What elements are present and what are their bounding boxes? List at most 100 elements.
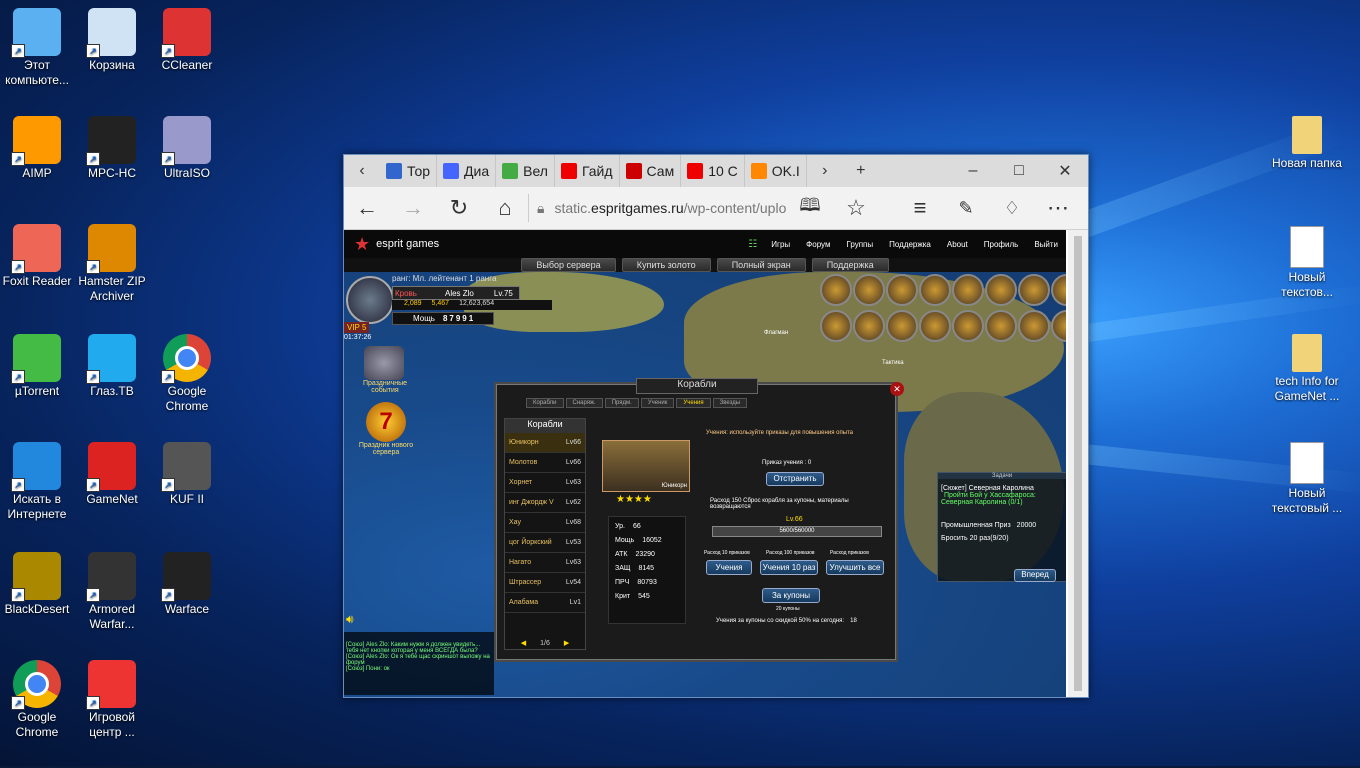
upgrade-all-button[interactable]: Улучшить все (826, 560, 884, 575)
game-menu-icon[interactable] (820, 274, 852, 306)
site-menu-item[interactable]: Группы (838, 240, 881, 249)
close-game-window-icon[interactable]: ✕ (890, 382, 904, 396)
desktop-icon[interactable]: ↗ GameNet (75, 442, 149, 507)
reading-view-icon[interactable]: 🕮︎ (787, 187, 833, 229)
site-menu-item[interactable]: Выйти (1026, 240, 1066, 249)
site-menu-item[interactable]: Профиль (976, 240, 1027, 249)
browser-tab[interactable]: Диа (437, 155, 497, 187)
coupons-button[interactable]: За купоны (762, 588, 820, 603)
browser-tab[interactable]: Тор (380, 155, 438, 187)
minimize-button[interactable]: – (950, 155, 996, 187)
game-menu-icon[interactable] (853, 274, 885, 306)
page-scrollbar[interactable] (1068, 230, 1088, 697)
game-menu-icon[interactable] (985, 310, 1017, 342)
site-subbar-button[interactable]: Поддержка (811, 258, 889, 272)
tab-scroll-right-icon[interactable]: › (807, 155, 843, 187)
desktop-icon[interactable]: ↗ MPC-HC (75, 116, 149, 181)
browser-tab[interactable]: Сам (620, 155, 682, 187)
desktop-icon[interactable]: ↗ Hamster ZIP Archiver (75, 224, 149, 304)
desktop-icon[interactable]: ↗ AIMP (0, 116, 74, 181)
game-menu-icon[interactable] (1018, 310, 1050, 342)
ships-window-tab[interactable]: Снаряж. (565, 398, 603, 408)
game-menu-icon[interactable] (1051, 274, 1066, 306)
game-menu-icon[interactable] (919, 310, 951, 342)
game-menu-icon[interactable] (985, 274, 1017, 306)
address-bar[interactable]: 🔒︎ static.espritgames.ru/wp-content/uplo (528, 194, 787, 222)
ship-card[interactable]: Юникорн (602, 440, 690, 492)
ships-window-tab[interactable]: Учения (676, 398, 711, 408)
ship-list-item[interactable]: инг Джордж V Lv62 (505, 493, 585, 513)
close-button[interactable]: ✕ (1042, 155, 1088, 187)
site-menu-item[interactable]: Игры (763, 240, 798, 249)
desktop-icon[interactable]: ↗ Armored Warfar... (75, 552, 149, 632)
ship-list-item[interactable]: Хорнет Lv63 (505, 473, 585, 493)
vip-badge[interactable]: VIP 5 (344, 322, 370, 333)
desktop-icon[interactable]: ↗ BlackDesert (0, 552, 74, 617)
game-menu-icon[interactable] (952, 310, 984, 342)
ship-list-item[interactable]: Алабама Lv1 (505, 593, 585, 613)
more-icon[interactable]: ⋯ (1035, 187, 1081, 229)
quest-item-2[interactable]: Пройти Бой у Хассафароса: (938, 492, 1066, 499)
game-canvas[interactable]: ранг: Мл. лейтенант 1 ранга Кровь Ales Z… (344, 272, 1066, 697)
site-subbar-button[interactable]: Полный экран (716, 258, 806, 272)
browser-tab[interactable]: Гайд (555, 155, 620, 187)
refresh-button[interactable]: ↻ (436, 187, 482, 229)
site-menu-item[interactable]: About (939, 240, 976, 249)
ships-window-tab[interactable]: Звезды (712, 398, 748, 408)
server-event-icon[interactable]: 7 (366, 402, 406, 442)
desktop-icon[interactable]: ↗ Игровой центр ... (75, 660, 149, 740)
ship-list-item[interactable]: Молотов Lv66 (505, 453, 585, 473)
back-button[interactable]: ← (344, 187, 390, 229)
desktop-icon[interactable]: ↗ KUF II (150, 442, 224, 507)
desktop-icon[interactable]: ↗ UltraISO (150, 116, 224, 181)
game-menu-icon[interactable] (919, 274, 951, 306)
event-label[interactable]: Праздничные события (360, 380, 410, 394)
train-button[interactable]: Учения (706, 560, 752, 575)
web-note-icon[interactable]: ✎ (943, 187, 989, 229)
desktop-icon[interactable]: ↗ µTorrent (0, 334, 74, 399)
ship-list-item[interactable]: Штрассер Lv54 (505, 573, 585, 593)
forward-game-button[interactable]: Вперед (1014, 569, 1056, 582)
game-menu-icon[interactable] (853, 310, 885, 342)
grid-icon[interactable]: ☷ (748, 239, 757, 250)
desktop-icon[interactable]: ↗ Искать в Интернете (0, 442, 74, 522)
site-subbar-button[interactable]: Купить золото (621, 258, 711, 272)
site-menu-item[interactable]: Поддержка (881, 240, 939, 249)
desktop-icon[interactable]: ↗ Warface (150, 552, 224, 617)
event-icon[interactable] (364, 346, 404, 380)
quest-item-3[interactable]: Северная Каролина (0/1) (938, 499, 1066, 506)
ship-list-item[interactable]: цог Йоркский Lv53 (505, 533, 585, 553)
browser-tab[interactable]: Вел (496, 155, 555, 187)
browser-tab[interactable]: 10 С (681, 155, 745, 187)
favorite-star-icon[interactable]: ☆ (833, 187, 879, 229)
site-menu-item[interactable]: Форум (798, 240, 838, 249)
desktop-icon[interactable]: ↗ Глаз.ТВ (75, 334, 149, 399)
game-menu-icon[interactable] (886, 274, 918, 306)
desktop-icon[interactable]: Новый текстов... (1270, 226, 1344, 300)
share-icon[interactable]: ♢ (989, 187, 1035, 229)
desktop-icon[interactable]: ↗ Google Chrome (150, 334, 224, 414)
game-menu-icon[interactable] (886, 310, 918, 342)
desktop-icon[interactable]: Новая папка (1270, 116, 1344, 171)
game-menu-icon[interactable] (952, 274, 984, 306)
ship-list-pager[interactable]: ◀ 1/6 ▶ (505, 639, 585, 647)
desktop-icon[interactable]: ↗ Этот компьюте... (0, 8, 74, 88)
map-label-flagship[interactable]: Флагман (764, 330, 788, 336)
home-button[interactable]: ⌂ (482, 187, 528, 229)
tab-scroll-left-icon[interactable]: ‹ (344, 155, 380, 187)
map-label-tactics[interactable]: Тактика (882, 360, 904, 366)
browser-tab[interactable]: OK.I (745, 155, 807, 187)
train-10-button[interactable]: Учения 10 раз (760, 560, 818, 575)
speaker-icon[interactable]: 🔊︎ (346, 612, 354, 627)
desktop-icon[interactable]: ↗ CCleaner (150, 8, 224, 73)
game-menu-icon[interactable] (1018, 274, 1050, 306)
desktop-icon[interactable]: ↗ Foxit Reader (0, 224, 74, 289)
ships-window-tab[interactable]: Ученик (640, 398, 675, 408)
server-event-label[interactable]: Праздник нового сервера (358, 442, 414, 456)
desktop-icon[interactable]: tech Info for GameNet ... (1270, 334, 1344, 404)
new-tab-button[interactable]: + (843, 155, 879, 187)
ship-list-item[interactable]: Юникорн Lv66 (505, 433, 585, 453)
forward-button[interactable]: → (390, 187, 436, 229)
site-subbar-button[interactable]: Выбор сервера (521, 258, 616, 272)
desktop-icon[interactable]: ↗ Корзина (75, 8, 149, 73)
